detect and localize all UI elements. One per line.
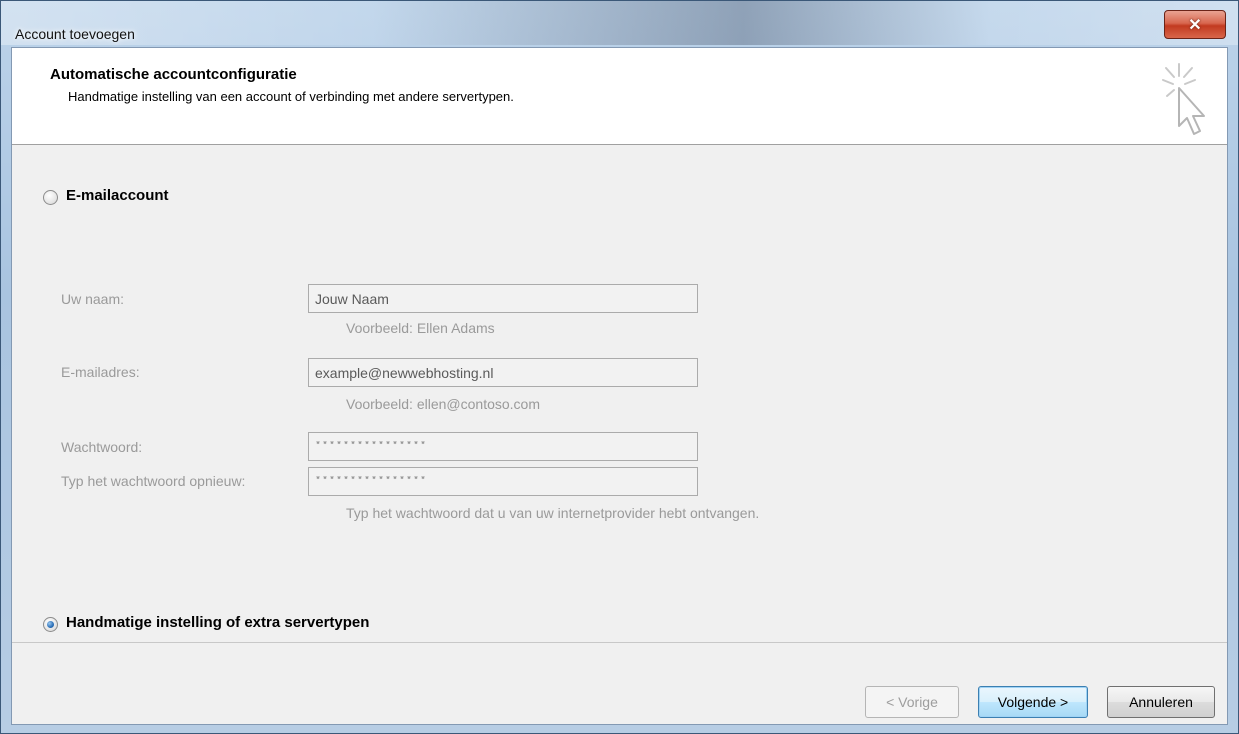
title-bar[interactable]: Account toevoegen ✕ [1,1,1238,45]
email-account-label[interactable]: E-mailaccount [66,187,169,204]
account-window: Account toevoegen ✕ Automatische account… [0,0,1239,734]
email-hint: Voorbeeld: ellen@contoso.com [346,396,540,412]
password-hint: Typ het wachtwoord dat u van uw internet… [346,505,760,521]
next-button[interactable]: Volgende > [978,686,1088,718]
window-title: Account toevoegen [15,26,135,42]
password-field[interactable] [308,432,698,461]
name-field[interactable] [308,284,698,313]
email-account-radio[interactable] [43,190,58,205]
name-hint: Voorbeeld: Ellen Adams [346,320,495,336]
email-label: E-mailadres: [61,364,140,380]
dialog-header: Automatische accountconfiguratie Handmat… [12,48,1227,145]
password-repeat-label: Typ het wachtwoord opnieuw: [61,473,246,489]
header-title: Automatische accountconfiguratie [50,66,297,83]
cancel-button[interactable]: Annuleren [1107,686,1215,718]
footer-divider [12,642,1227,643]
password-repeat-field[interactable] [308,467,698,496]
manual-setup-radio[interactable] [43,617,58,632]
email-field[interactable] [308,358,698,387]
close-button[interactable]: ✕ [1164,10,1226,39]
password-label: Wachtwoord: [61,439,143,455]
cursor-click-icon [1162,63,1205,135]
name-label: Uw naam: [61,291,125,307]
back-button[interactable]: < Vorige [865,686,959,718]
header-subtitle: Handmatige instelling van een account of… [68,89,514,104]
close-icon: ✕ [1188,16,1202,34]
dialog-body: Automatische accountconfiguratie Handmat… [11,47,1228,725]
manual-setup-label[interactable]: Handmatige instelling of extra servertyp… [66,614,369,631]
